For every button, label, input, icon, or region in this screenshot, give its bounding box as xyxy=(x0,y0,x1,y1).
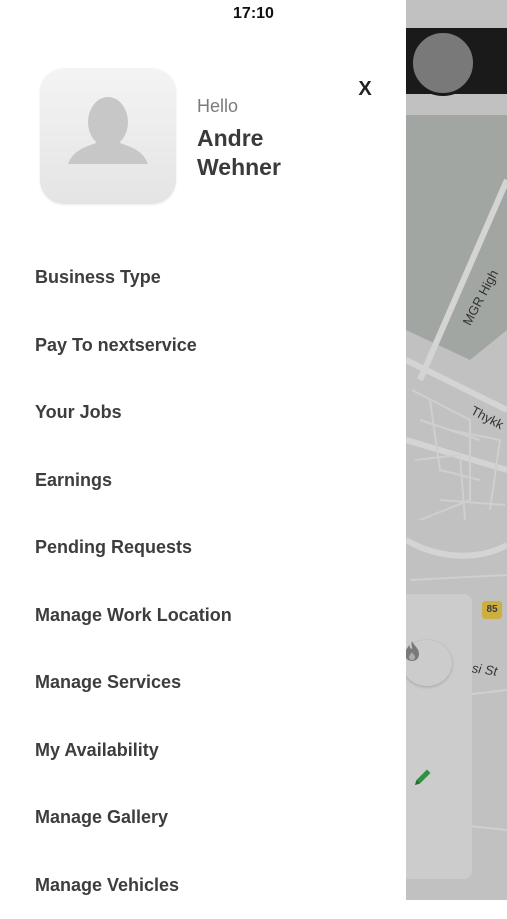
menu-item-my-availability[interactable]: My Availability xyxy=(0,717,406,785)
user-name: Andre Wehner xyxy=(197,124,347,182)
menu-item-manage-vehicles[interactable]: Manage Vehicles xyxy=(0,852,406,919)
menu-item-pay-to-nextservice[interactable]: Pay To nextservice xyxy=(0,312,406,380)
menu-item-your-jobs[interactable]: Your Jobs xyxy=(0,379,406,447)
menu-item-earnings[interactable]: Earnings xyxy=(0,447,406,515)
menu-item-business-type[interactable]: Business Type xyxy=(0,244,406,312)
person-placeholder-icon xyxy=(40,68,176,204)
profile-avatar[interactable] xyxy=(40,68,176,204)
menu-item-manage-work-location[interactable]: Manage Work Location xyxy=(0,582,406,650)
greeting-text: Hello xyxy=(197,96,238,117)
status-bar-time: 17:10 xyxy=(0,5,507,23)
menu-item-manage-services[interactable]: Manage Services xyxy=(0,649,406,717)
menu-item-manage-gallery[interactable]: Manage Gallery xyxy=(0,784,406,852)
close-drawer-button[interactable]: X xyxy=(352,76,378,102)
menu-item-pending-requests[interactable]: Pending Requests xyxy=(0,514,406,582)
side-drawer: Hello Andre Wehner X Business Type Pay T… xyxy=(0,0,406,900)
drawer-menu: Business Type Pay To nextservice Your Jo… xyxy=(0,244,406,919)
